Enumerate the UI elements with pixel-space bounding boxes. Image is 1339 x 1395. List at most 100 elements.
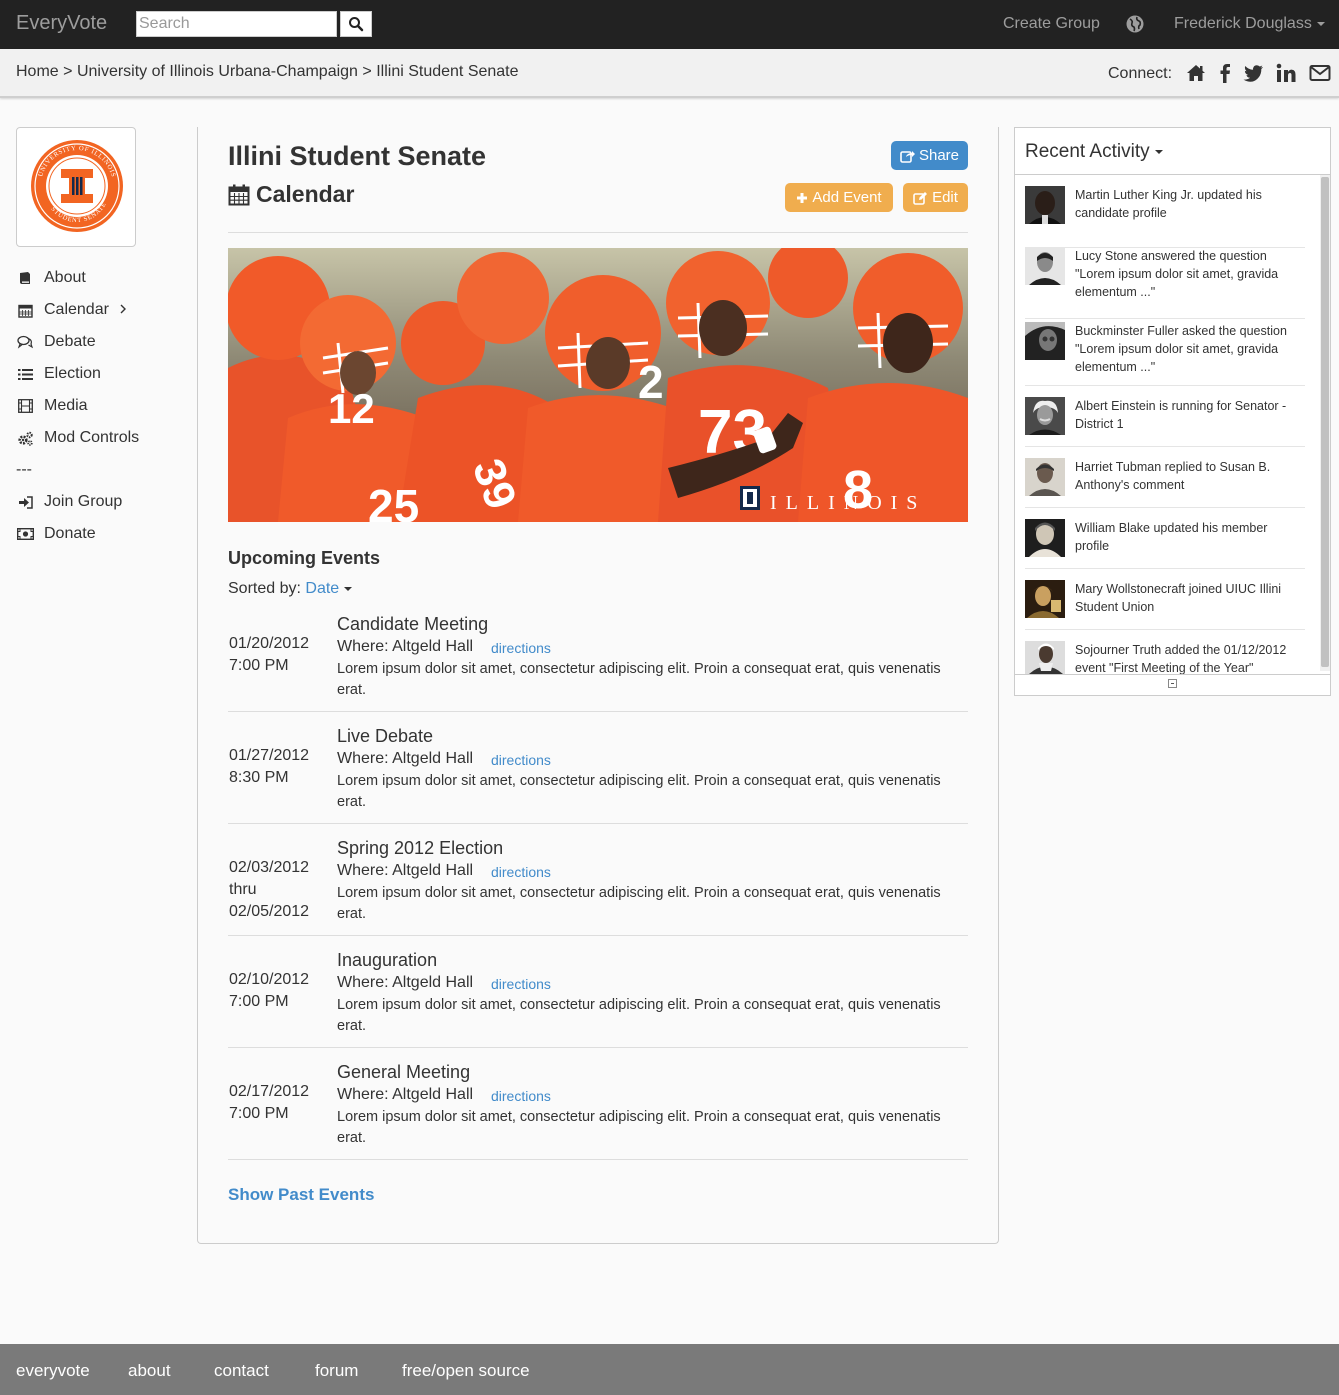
sidebar-item-donate[interactable]: Donate — [16, 525, 96, 543]
caret-down-icon — [1316, 21, 1325, 26]
subtitle-text: Calendar — [256, 181, 355, 207]
sidebar-item-calendar[interactable]: Calendar — [16, 301, 127, 319]
group-logo: UNIVERSITY OF ILLINOIS STUDENT SENATE — [16, 127, 136, 247]
user-menu[interactable]: Frederick Douglass — [1174, 15, 1325, 33]
recent-activity-dropdown[interactable]: Recent Activity — [1025, 141, 1163, 163]
sort-control: Sorted by: Date — [228, 580, 353, 598]
panel-divider — [1015, 174, 1330, 175]
comments-icon — [16, 334, 34, 350]
banner-jersey-number: 25 — [368, 480, 419, 522]
avatar — [1025, 580, 1065, 618]
footer-link-open-source[interactable]: free/open source — [402, 1361, 530, 1381]
caret-down-icon[interactable] — [344, 586, 353, 591]
event-description: Lorem ipsum dolor sit amet, consectetur … — [337, 661, 941, 698]
event-location: Where: Altgeld Hall — [337, 974, 474, 991]
sidebar-item-election[interactable]: Election — [16, 365, 101, 383]
event-divider — [228, 823, 968, 824]
directions-link[interactable]: directions — [491, 752, 551, 768]
activity-scrollbar[interactable] — [1320, 175, 1330, 671]
page-title: Illini Student Senate — [228, 141, 487, 171]
sorted-by-label: Sorted by: — [228, 580, 301, 597]
show-past-events-link[interactable]: Show Past Events — [228, 1185, 374, 1205]
globe-icon[interactable] — [1125, 14, 1145, 34]
breadcrumb-university[interactable]: University of Illinois Urbana-Champaign — [77, 63, 358, 80]
list-icon — [16, 366, 34, 382]
chevron-right-icon — [119, 301, 127, 319]
sidebar-item-label: Join Group — [44, 493, 123, 510]
sidebar-divider: --- — [16, 461, 32, 479]
share-button[interactable]: Share — [891, 141, 968, 170]
footer-link-everyvote[interactable]: everyvote — [16, 1361, 90, 1381]
envelope-icon[interactable] — [1309, 62, 1331, 84]
plus-icon — [797, 192, 808, 203]
upcoming-events-heading: Upcoming Events — [228, 548, 381, 568]
avatar — [1025, 322, 1065, 360]
facebook-icon[interactable] — [1214, 62, 1236, 84]
twitter-icon[interactable] — [1242, 62, 1264, 84]
event-location: Where: Altgeld Hall — [337, 750, 474, 767]
event-description: Lorem ipsum dolor sit amet, consectetur … — [337, 885, 941, 922]
linkedin-icon[interactable] — [1275, 62, 1297, 84]
event-date-line: 8:30 PM — [229, 769, 289, 786]
edit-button[interactable]: Edit — [903, 183, 968, 212]
share-label: Share — [918, 147, 960, 164]
activity-text: Mary Wollstonecraft joined UIUC Illini S… — [1075, 582, 1282, 614]
activity-text: Martin Luther King Jr. updated his candi… — [1075, 188, 1262, 220]
event-title[interactable]: General Meeting — [337, 1062, 470, 1083]
edit-label: Edit — [932, 189, 958, 206]
connect-label: Connect: — [1108, 65, 1173, 82]
event-date: 02/10/2012 7:00 PM — [229, 969, 329, 1013]
footer-link-about[interactable]: about — [128, 1361, 171, 1381]
activity-divider — [1025, 385, 1305, 386]
sidebar-item-join-group[interactable]: Join Group — [16, 493, 122, 511]
event-date-line: 7:00 PM — [229, 993, 289, 1010]
add-event-button[interactable]: Add Event — [785, 183, 893, 212]
event-description: Lorem ipsum dolor sit amet, consectetur … — [337, 1109, 941, 1146]
avatar — [1025, 247, 1065, 285]
sidebar-item-about[interactable]: About — [16, 269, 86, 287]
sort-dropdown[interactable]: Date — [305, 580, 339, 597]
footer-link-forum[interactable]: forum — [315, 1361, 358, 1381]
event-date-line: 01/20/2012 — [229, 635, 310, 652]
event-title[interactable]: Live Debate — [337, 726, 433, 747]
event-date-line: 7:00 PM — [229, 657, 289, 674]
directions-link[interactable]: directions — [491, 1088, 551, 1104]
collapse-icon[interactable] — [1168, 679, 1177, 688]
directions-link[interactable]: directions — [491, 864, 551, 880]
panel-footer-divider — [1015, 674, 1330, 675]
directions-link[interactable]: directions — [491, 976, 551, 992]
event-date: 01/20/2012 7:00 PM — [229, 633, 329, 677]
sidebar-item-media[interactable]: Media — [16, 397, 88, 415]
avatar — [1025, 458, 1065, 496]
event-location: Where: Altgeld Hall — [337, 862, 474, 879]
search-input[interactable] — [136, 11, 337, 37]
event-date: 02/17/2012 7:00 PM — [229, 1081, 329, 1125]
sign-in-icon — [16, 494, 34, 510]
search-button[interactable] — [340, 11, 372, 37]
event-date-line: thru — [229, 881, 257, 898]
header-divider — [228, 232, 968, 233]
activity-text: William Blake updated his member profile — [1075, 521, 1268, 553]
brand-logo[interactable]: EveryVote — [16, 12, 107, 35]
sidebar-item-mod-controls[interactable]: Mod Controls — [16, 429, 139, 447]
event-title[interactable]: Spring 2012 Election — [337, 838, 503, 859]
book-icon — [16, 270, 34, 286]
sidebar-item-label: Media — [44, 397, 88, 414]
event-title[interactable]: Inauguration — [337, 950, 437, 971]
sidebar-item-label: Election — [44, 365, 101, 382]
scrollbar-thumb[interactable] — [1321, 177, 1329, 667]
create-group-link[interactable]: Create Group — [1003, 15, 1100, 33]
event-date-line: 02/03/2012 — [229, 859, 310, 876]
breadcrumb-group[interactable]: Illini Student Senate — [376, 63, 518, 80]
footer-link-contact[interactable]: contact — [214, 1361, 269, 1381]
search-icon — [349, 17, 364, 32]
avatar — [1025, 186, 1065, 224]
home-icon[interactable] — [1185, 62, 1207, 84]
money-icon — [16, 526, 34, 542]
activity-divider — [1025, 568, 1305, 569]
sidebar-item-debate[interactable]: Debate — [16, 333, 96, 351]
banner-image: 12 2 73 8 25 39 ILLINOIS — [228, 248, 968, 522]
event-title[interactable]: Candidate Meeting — [337, 614, 488, 635]
directions-link[interactable]: directions — [491, 640, 551, 656]
breadcrumb-home[interactable]: Home — [16, 63, 59, 80]
